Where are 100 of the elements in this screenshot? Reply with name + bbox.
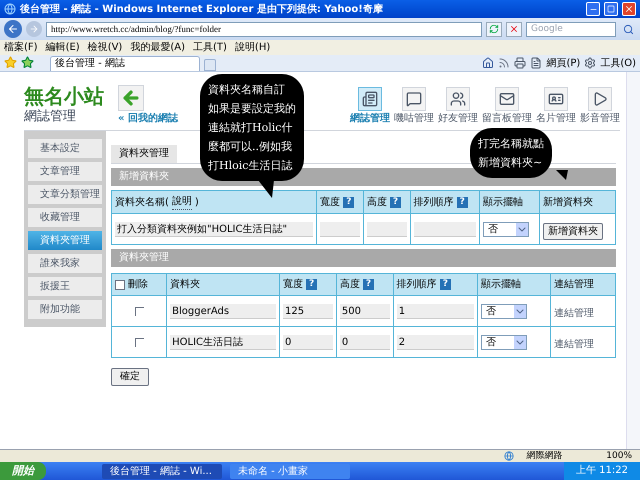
column-header: 資料夾	[170, 278, 200, 292]
page-icon[interactable]	[530, 57, 542, 69]
start-button[interactable]: 開始	[0, 462, 46, 480]
bubble-tail	[556, 170, 568, 180]
browser-tab[interactable]: 後台管理 - 網誌	[50, 56, 200, 71]
zoom-level[interactable]: 100%	[606, 450, 632, 462]
nav-icon[interactable]	[495, 87, 519, 111]
order-field[interactable]: 1	[396, 304, 474, 318]
nav-label[interactable]: 留言板管理	[482, 111, 532, 126]
back-link[interactable]: « 回我的網誌	[118, 111, 178, 126]
system-clock: 上午 11:22	[564, 462, 640, 480]
page-menu[interactable]: 網頁(P)	[546, 56, 580, 71]
select-dropdown[interactable]: 否	[483, 222, 529, 236]
sidebar-item[interactable]: 附加功能	[28, 300, 102, 319]
nav-icon[interactable]	[358, 87, 382, 111]
feed-icon[interactable]	[498, 57, 510, 69]
settings-icon[interactable]	[584, 57, 596, 69]
help-badge[interactable]: ?	[440, 279, 451, 290]
tools-menu[interactable]: 工具(O)	[600, 56, 636, 71]
scrollbar[interactable]	[626, 72, 640, 449]
maximize-icon	[607, 5, 615, 13]
sidebar-item[interactable]: 文章管理	[28, 162, 102, 181]
menu-item[interactable]: 編輯(E)	[46, 40, 80, 54]
nav-icon[interactable]	[588, 87, 612, 111]
print-icon[interactable]	[514, 57, 526, 69]
maximize-button[interactable]	[604, 2, 618, 16]
zone-label: 網際網路	[526, 450, 562, 462]
width-field[interactable]: 125	[283, 304, 333, 318]
folder-name-field[interactable]: HOLIC生活日誌	[170, 334, 276, 350]
input-field[interactable]	[366, 222, 407, 236]
input-field[interactable]	[320, 222, 360, 236]
column-header: 寬度	[320, 196, 340, 210]
add-folder-button[interactable]: 新增資料夾	[543, 223, 604, 240]
help-badge[interactable]: ?	[390, 196, 402, 208]
column-header: 刪除	[128, 278, 148, 292]
column-header: 新增資料夾	[543, 196, 594, 210]
nav-label[interactable]: 名片管理	[536, 111, 576, 126]
height-field[interactable]: 500	[340, 304, 390, 318]
select-dropdown[interactable]: 否	[481, 334, 528, 350]
forward-arrow-icon	[29, 24, 39, 34]
width-field[interactable]: 0	[283, 334, 333, 350]
nav-label[interactable]: 網誌管理	[350, 111, 390, 126]
menu-item[interactable]: 檢視(V)	[88, 40, 122, 54]
folder-name-field[interactable]: BloggerAds	[170, 304, 276, 318]
close-button[interactable]	[622, 2, 636, 16]
nav-icon[interactable]	[544, 87, 568, 111]
menu-item[interactable]: 說明(H)	[234, 40, 270, 54]
checkbox[interactable]	[115, 280, 125, 290]
row-checkbox[interactable]	[134, 338, 144, 347]
nav-label[interactable]: 好友管理	[438, 111, 478, 126]
stop-button[interactable]	[506, 22, 522, 36]
menu-item[interactable]: 我的最愛(A)	[130, 40, 185, 54]
column-header: 高度	[340, 278, 360, 292]
add-favorite-icon[interactable]	[21, 56, 34, 69]
order-field[interactable]: 2	[396, 334, 474, 350]
nav-icon[interactable]	[446, 87, 470, 111]
back-button[interactable]	[4, 20, 22, 38]
row-checkbox[interactable]	[134, 307, 144, 316]
refresh-icon	[489, 24, 499, 34]
panel-tab[interactable]: 資料夾管理	[111, 145, 177, 163]
help-badge[interactable]: ?	[343, 196, 354, 208]
menu-item[interactable]: 檔案(F)	[4, 40, 38, 54]
help-badge[interactable]: ?	[306, 279, 318, 290]
column-header: 排列順序	[396, 278, 437, 292]
minimize-button[interactable]	[586, 2, 600, 16]
browser-icon	[4, 3, 16, 15]
close-icon	[624, 4, 634, 14]
column-header: 資料夾名稱(	[115, 196, 169, 210]
folder-name-field[interactable]: 打入分類資料夾例如"HOLIC生活日誌"	[115, 222, 314, 236]
bubble-text: 連結就打Holic什	[208, 120, 294, 136]
help-link[interactable]: 說明	[172, 194, 192, 210]
refresh-button[interactable]	[486, 22, 502, 36]
page-subtitle: 網誌管理	[24, 108, 77, 126]
confirm-button[interactable]: 確定	[111, 368, 149, 386]
column-header: 寬度	[283, 278, 304, 292]
sidebar-item[interactable]: 基本設定	[28, 139, 102, 158]
taskbar-button[interactable]: 未命名 - 小畫家	[230, 464, 350, 478]
sidebar-item[interactable]: 文章分類管理	[28, 185, 102, 204]
sidebar-item[interactable]: 誰來我家	[28, 254, 102, 273]
nav-icon[interactable]	[402, 87, 426, 111]
select-dropdown[interactable]: 否	[481, 304, 528, 318]
site-logo[interactable]: 無名小站	[24, 84, 110, 108]
sidebar-item[interactable]: 收藏管理	[28, 208, 102, 227]
search-icon	[622, 24, 634, 34]
nav-label[interactable]: 嘰咕管理	[394, 111, 434, 126]
nav-label[interactable]: 影音管理	[580, 111, 620, 126]
input-field[interactable]	[414, 222, 476, 236]
column-header: 顯示擺軸	[481, 278, 522, 292]
taskbar-button[interactable]: 後台管理 - 網誌 - Wi...	[102, 464, 222, 478]
address-field[interactable]: http://www.wretch.cc/admin/blog/?func=folder	[46, 22, 482, 36]
height-field[interactable]: 0	[340, 334, 390, 350]
bubble-text: 麼都可以..例如我	[208, 139, 293, 155]
favorites-star-icon[interactable]	[4, 56, 17, 69]
sidebar-item[interactable]: 扳援王	[28, 277, 102, 296]
home-icon[interactable]	[482, 57, 494, 69]
menu-item[interactable]: 工具(T)	[193, 40, 227, 54]
section-header: 資料夾管理	[111, 249, 616, 267]
help-badge[interactable]: ?	[362, 279, 374, 290]
bubble-text: 如果是要設定我的	[208, 101, 296, 117]
help-badge[interactable]: ?	[456, 196, 468, 208]
